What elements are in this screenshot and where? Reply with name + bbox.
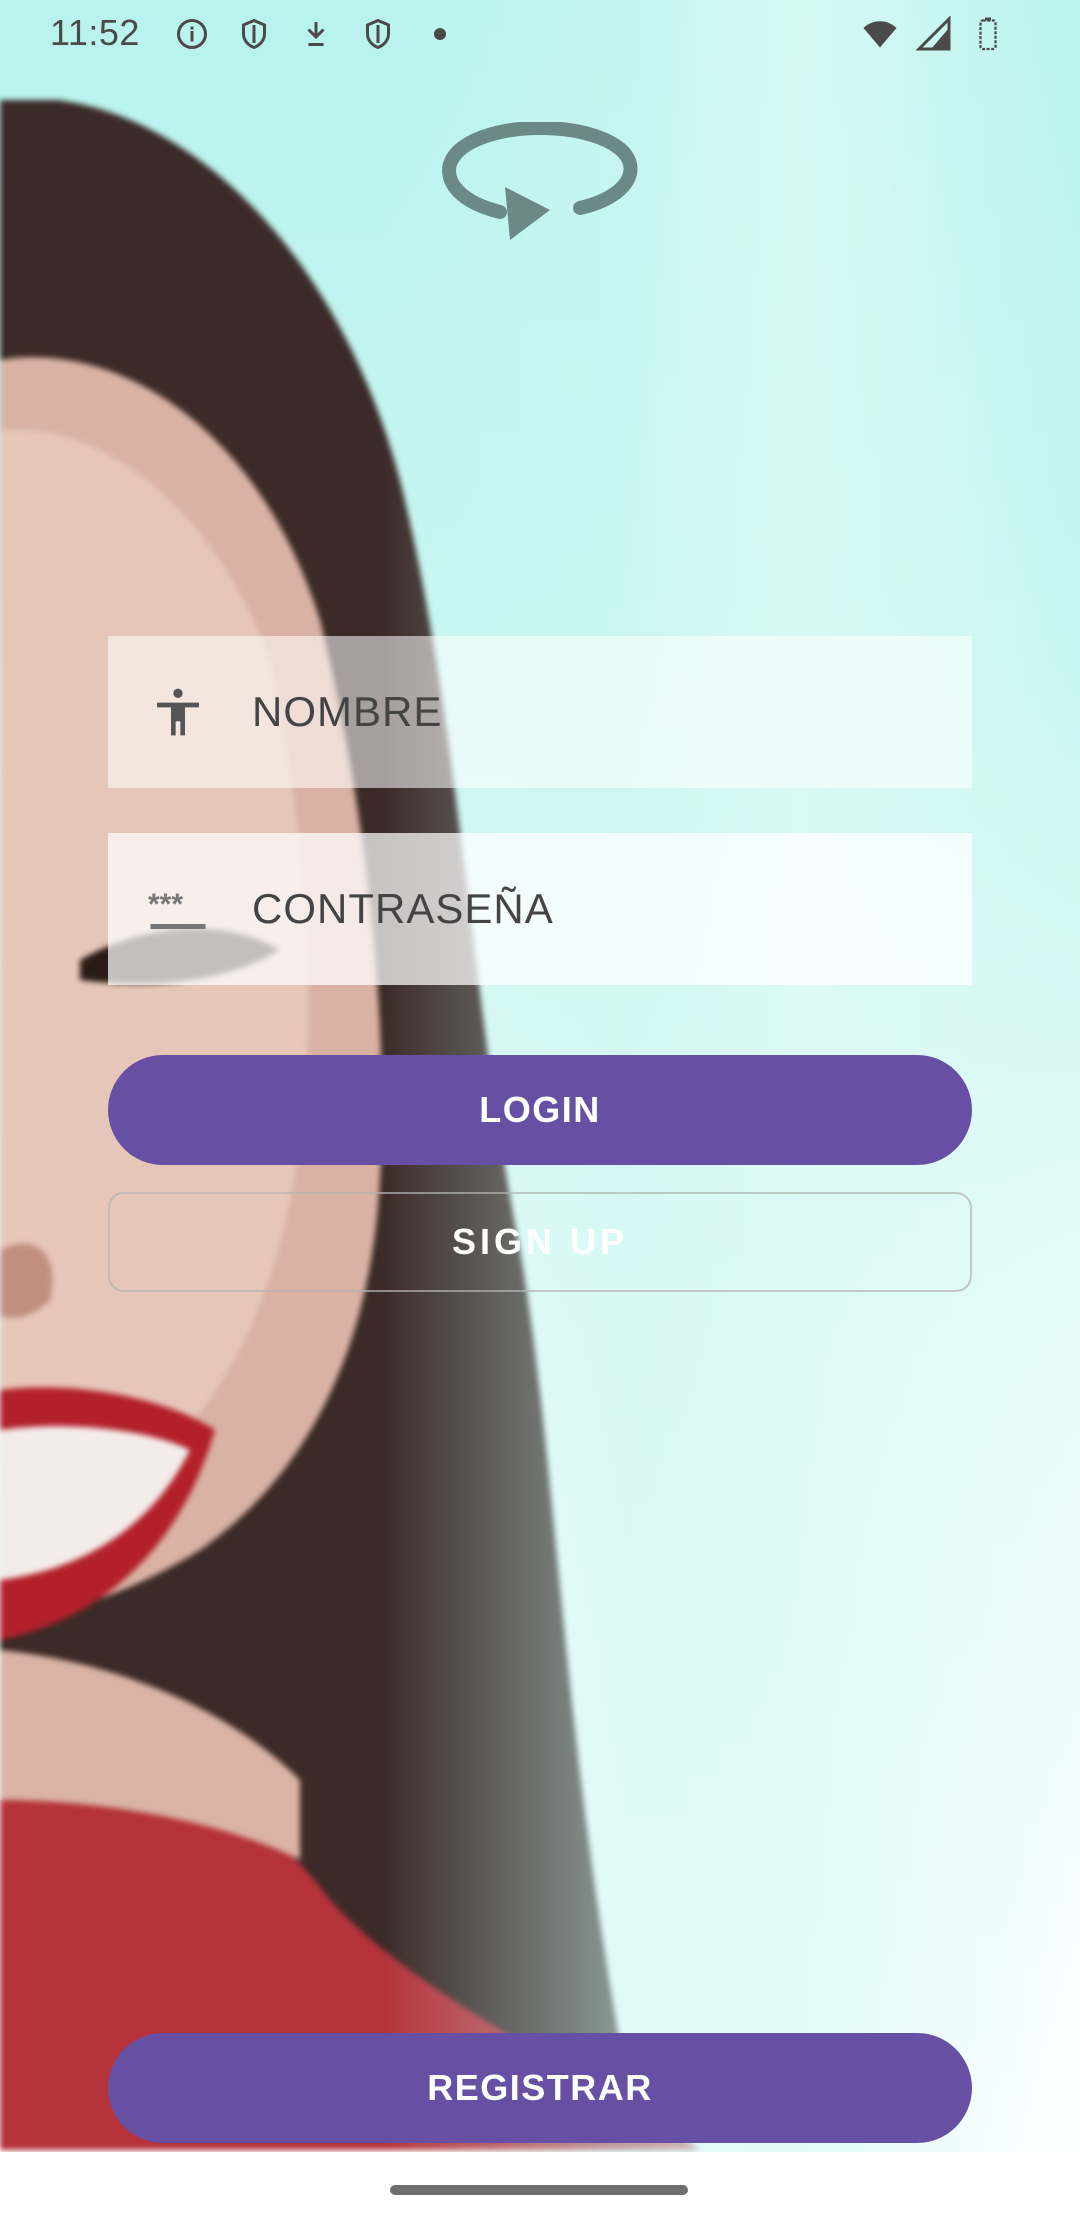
login-screen: 11:52 NOMBRE *** CONTRASEÑA LOGIN SIGN U…	[0, 0, 1080, 2220]
download-icon	[296, 14, 336, 54]
registrar-button[interactable]: REGISTRAR	[108, 2033, 972, 2143]
wifi-icon	[860, 14, 900, 54]
status-time: 11:52	[50, 12, 140, 53]
password-placeholder: CONTRASEÑA	[252, 885, 554, 932]
shield-icon	[358, 14, 398, 54]
password-field[interactable]: *** CONTRASEÑA	[108, 833, 972, 985]
accessibility-person-icon	[144, 678, 212, 746]
signal-icon	[914, 14, 954, 54]
dot-icon	[420, 14, 460, 54]
username-field[interactable]: NOMBRE	[108, 636, 972, 788]
status-bar: 11:52	[0, 0, 1080, 68]
status-icons-right	[860, 14, 1008, 54]
password-dots-icon: ***	[144, 875, 212, 943]
app-logo	[440, 120, 640, 257]
login-button[interactable]: LOGIN	[108, 1055, 972, 1165]
status-icons-left	[172, 14, 460, 54]
home-gesture-handle[interactable]	[390, 2185, 688, 2195]
signup-button[interactable]: SIGN UP	[108, 1192, 972, 1292]
shield-icon	[234, 14, 274, 54]
username-placeholder: NOMBRE	[252, 688, 443, 735]
info-icon	[172, 14, 212, 54]
svg-text:***: ***	[148, 888, 183, 921]
battery-icon	[968, 14, 1008, 54]
navigation-bar	[0, 2152, 1080, 2220]
